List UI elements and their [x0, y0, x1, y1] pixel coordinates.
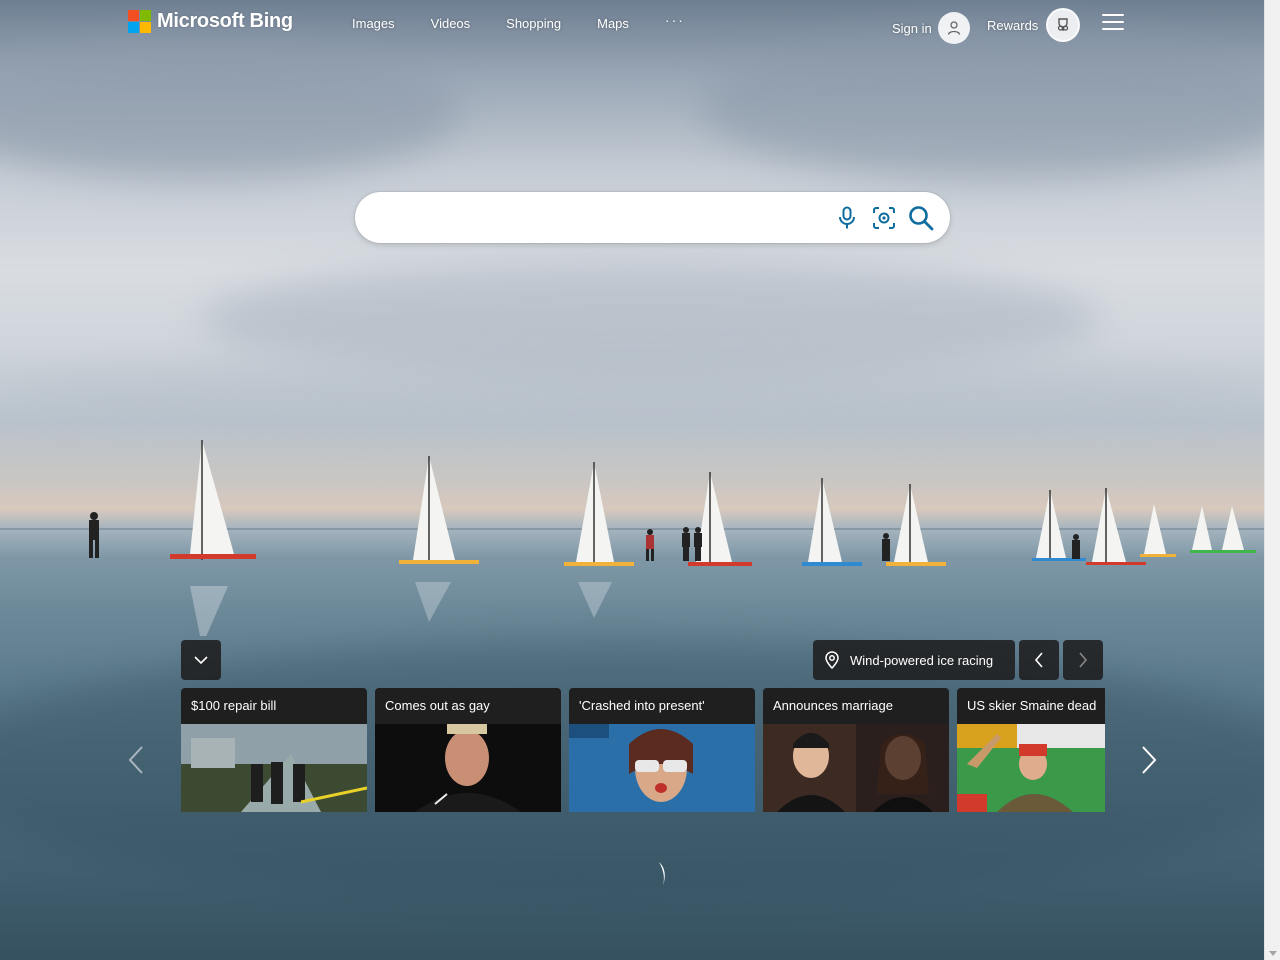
- chevron-down-icon: [194, 656, 208, 665]
- chevron-right-icon: [1079, 652, 1088, 668]
- user-icon: [937, 12, 970, 44]
- news-card[interactable]: $100 repair bill: [181, 688, 367, 812]
- chevron-left-icon: [128, 746, 143, 774]
- news-card-title: US skier Smaine dead: [967, 698, 1097, 713]
- news-card-title: Comes out as gay: [385, 698, 490, 713]
- rewards-label: Rewards: [987, 17, 1039, 33]
- microsoft-logo-icon: [128, 10, 151, 33]
- news-card-image: [569, 724, 755, 812]
- image-info-button[interactable]: Wind-powered ice racing: [813, 640, 1015, 680]
- sign-in-button[interactable]: Sign in: [892, 12, 970, 44]
- location-pin-icon: [825, 651, 839, 669]
- nav-shopping[interactable]: Shopping: [506, 16, 561, 31]
- visual-search-icon[interactable]: [871, 205, 897, 231]
- news-card[interactable]: US skier Smaine dead: [957, 688, 1105, 812]
- chevron-right-icon: [1142, 746, 1157, 774]
- chevron-left-icon: [1034, 652, 1043, 668]
- header: Microsoft Bing Images Videos Shopping Ma…: [0, 0, 1265, 46]
- nav-videos[interactable]: Videos: [431, 16, 471, 31]
- menu-icon[interactable]: [1102, 14, 1124, 30]
- rewards-button[interactable]: Rewards: [987, 8, 1081, 42]
- collapse-news-button[interactable]: [181, 640, 221, 680]
- next-image-button[interactable]: [1063, 640, 1103, 680]
- microphone-icon[interactable]: [834, 205, 860, 231]
- carousel-next-button[interactable]: [1134, 742, 1164, 778]
- rewards-trophy-icon: [1046, 8, 1081, 42]
- news-card[interactable]: Comes out as gay: [375, 688, 561, 812]
- news-card-image: [375, 724, 561, 812]
- nav-images[interactable]: Images: [352, 16, 395, 31]
- search-input[interactable]: [377, 204, 821, 232]
- brand-name: Microsoft Bing: [157, 10, 293, 32]
- background-image: [0, 0, 1280, 960]
- news-card-title: $100 repair bill: [191, 698, 277, 713]
- scroll-down-cue-icon[interactable]: [654, 860, 670, 888]
- nav-more-button[interactable]: ···: [665, 12, 685, 31]
- nav-maps[interactable]: Maps: [597, 16, 629, 31]
- scroll-down-arrow-icon[interactable]: [1269, 951, 1277, 956]
- image-caption: Wind-powered ice racing: [850, 652, 994, 668]
- top-nav: Images Videos Shopping Maps ···: [352, 12, 721, 31]
- news-card[interactable]: Announces marriage: [763, 688, 949, 812]
- sign-in-label: Sign in: [892, 20, 932, 36]
- news-carousel: $100 repair bill Comes out as gay 'Crash…: [181, 688, 1105, 812]
- search-icon[interactable]: [908, 205, 934, 231]
- page-scrollbar[interactable]: [1264, 0, 1280, 960]
- carousel-prev-button[interactable]: [121, 742, 151, 778]
- search-box: [355, 192, 950, 243]
- bing-logo[interactable]: Microsoft Bing: [128, 10, 293, 33]
- news-card-image: [763, 724, 949, 812]
- news-card-image: [181, 724, 367, 812]
- news-card-image: [957, 724, 1105, 812]
- news-card-title: 'Crashed into present': [579, 698, 705, 713]
- news-card-title: Announces marriage: [773, 698, 893, 713]
- previous-image-button[interactable]: [1019, 640, 1059, 680]
- news-card[interactable]: 'Crashed into present': [569, 688, 755, 812]
